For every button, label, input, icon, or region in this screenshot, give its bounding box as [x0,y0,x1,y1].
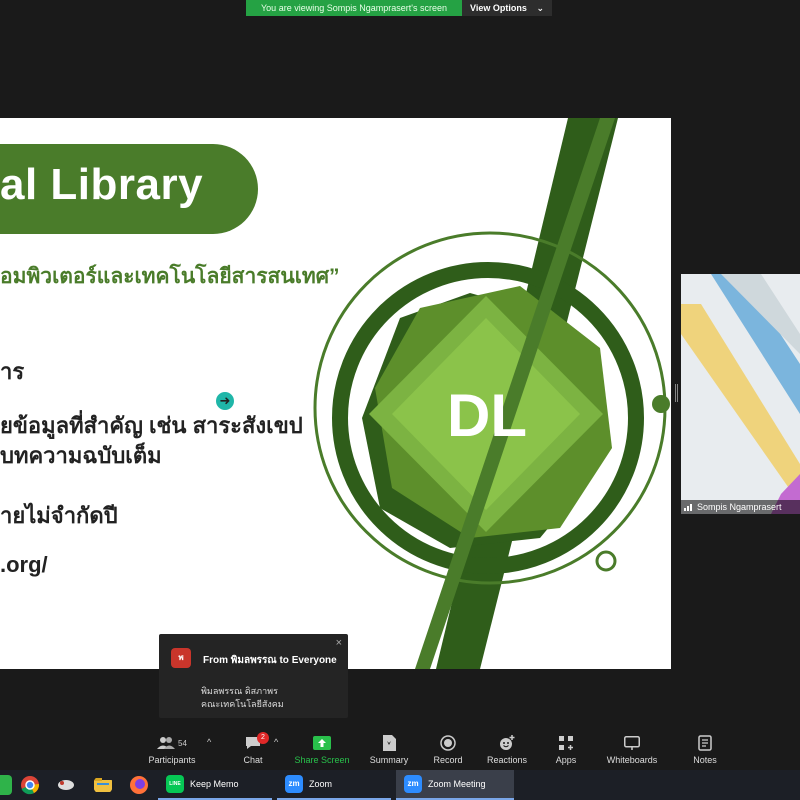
shared-slide: DL al Library อมพิวเตอร์และเทคโนโลยีสารส… [0,118,671,669]
zoom-meeting-window: You are viewing Sompis Ngamprasert's scr… [0,0,800,800]
participant-name: Sompis Ngamprasert [697,502,782,512]
view-options-label: View Options [470,3,527,13]
share-screen-icon [313,736,331,750]
slide-bullet-5: .org/ [0,552,48,577]
participants-icon [157,737,176,749]
record-icon [440,735,456,751]
summary-icon [383,735,396,751]
pinned-tool-icon[interactable] [56,775,76,795]
line-app-icon: LINE [166,775,184,793]
taskbar-app-zoom[interactable]: zm Zoom [277,770,391,800]
chrome-icon[interactable] [20,775,40,795]
participant-video[interactable] [681,274,800,514]
whiteboards-label: Whiteboards [606,755,658,765]
participants-caret-icon[interactable]: ^ [207,737,211,747]
apps-button[interactable]: Apps [531,734,601,765]
participant-name-label: Sompis Ngamprasert [681,500,800,514]
view-options-button[interactable]: View Options ⌄ [462,0,552,16]
slide-bullet-1: าร [0,359,25,384]
video-background [681,274,800,514]
ring-dot-right [652,395,670,413]
taskbar-app-label: Keep Memo [190,779,239,789]
notes-label: Notes [693,755,717,765]
share-banner-message: You are viewing Sompis Ngamprasert's scr… [246,0,462,16]
close-icon[interactable]: × [336,637,342,649]
chat-sender: From พิมลพรรณ to Everyone [203,655,337,666]
slide-bullet-3: บทความฉบับเต็ม [0,443,162,468]
apps-label: Apps [555,755,577,765]
smiley-icon [500,735,515,750]
file-explorer-icon[interactable] [93,775,113,795]
taskbar-app-label: Zoom [309,779,333,789]
ring-dot-bottom [595,550,617,572]
participants-label: Participants [148,755,196,765]
chat-label: Chat [243,755,263,765]
firefox-icon[interactable] [129,775,149,795]
pinned-app-icon[interactable] [0,775,12,795]
chat-notification[interactable]: พ From พิมลพรรณ to Everyone พิมลพรรณ ดิส… [159,634,348,718]
participants-button[interactable]: 54 Participants [137,734,207,765]
chat-message-line-1: พิมลพรรณ ดิสภาพร [201,686,278,696]
zoom-app-icon: zm [285,775,303,793]
taskbar-app-keep-memo[interactable]: LINE Keep Memo [158,770,272,800]
taskbar-app-label: Zoom Meeting [428,779,486,789]
share-screen-button[interactable]: Share Screen [287,734,357,765]
notes-icon [698,735,712,751]
logo-text: DL [447,382,527,449]
zoom-app-icon: zm [404,775,422,793]
chevron-down-icon: ⌄ [536,3,544,13]
chat-caret-icon[interactable]: ^ [274,737,278,747]
notes-button[interactable]: Notes [670,734,740,765]
avatar: พ [171,648,191,668]
share-screen-label: Share Screen [294,755,350,765]
screen-share-banner: You are viewing Sompis Ngamprasert's scr… [246,0,552,16]
participants-count: 54 [178,738,187,748]
os-taskbar: LINE Keep Memo zm Zoom zm Zoom Meeting [0,770,800,800]
chat-message-line-2: คณะเทคโนโลยีสังคม [201,699,284,709]
whiteboards-button[interactable]: Whiteboards [597,734,667,765]
signal-strength-icon [684,504,692,511]
remote-pointer-icon: ➜ [214,390,236,412]
split-divider-handle[interactable] [675,384,678,402]
apps-icon [559,736,573,750]
chat-unread-badge: 2 [257,732,269,744]
slide-title: al Library [0,160,204,209]
slide-bullet-4: ายไม่จำกัดปี [0,503,118,528]
taskbar-app-zoom-meeting[interactable]: zm Zoom Meeting [396,770,514,800]
whiteboard-icon [624,736,640,750]
slide-subtitle: อมพิวเตอร์และเทคโนโลยีสารสนเทศ” [0,265,340,288]
meeting-toolbar: 54 Participants ^ 2 Chat ^ Share Screen [0,728,800,770]
